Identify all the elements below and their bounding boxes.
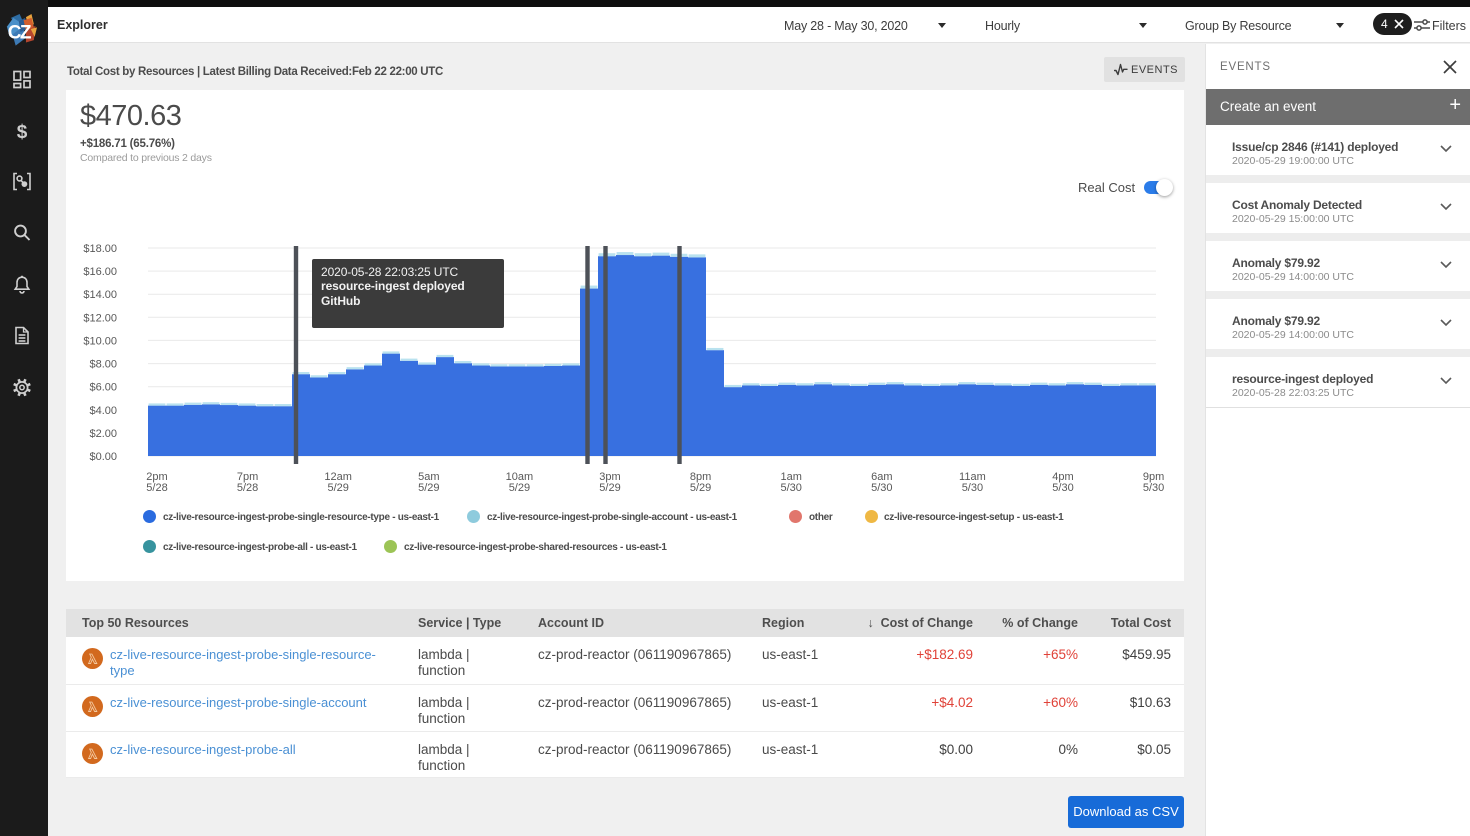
svg-text:5/29: 5/29 bbox=[509, 482, 530, 494]
svg-text:$18.00: $18.00 bbox=[83, 243, 117, 255]
svg-text:$0.00: $0.00 bbox=[89, 451, 117, 463]
svg-text:5/29: 5/29 bbox=[418, 482, 439, 494]
svg-text:$2.00: $2.00 bbox=[89, 428, 117, 440]
svg-text:$6.00: $6.00 bbox=[89, 382, 117, 394]
svg-text:$4.00: $4.00 bbox=[89, 405, 117, 417]
svg-text:$10.00: $10.00 bbox=[83, 335, 117, 347]
svg-text:5/30: 5/30 bbox=[1143, 482, 1164, 494]
svg-text:5/30: 5/30 bbox=[780, 482, 801, 494]
svg-text:5/30: 5/30 bbox=[962, 482, 983, 494]
svg-text:5/29: 5/29 bbox=[327, 482, 348, 494]
svg-text:CZ: CZ bbox=[8, 23, 32, 44]
svg-text:$8.00: $8.00 bbox=[89, 359, 117, 371]
svg-text:5/29: 5/29 bbox=[690, 482, 711, 494]
svg-text:5/29: 5/29 bbox=[599, 482, 620, 494]
svg-text:$16.00: $16.00 bbox=[83, 266, 117, 278]
svg-text:5/28: 5/28 bbox=[237, 482, 258, 494]
svg-text:5/28: 5/28 bbox=[146, 482, 167, 494]
svg-text:$12.00: $12.00 bbox=[83, 312, 117, 324]
svg-text:5/30: 5/30 bbox=[871, 482, 892, 494]
svg-text:5/30: 5/30 bbox=[1052, 482, 1073, 494]
svg-text:$14.00: $14.00 bbox=[83, 289, 117, 301]
